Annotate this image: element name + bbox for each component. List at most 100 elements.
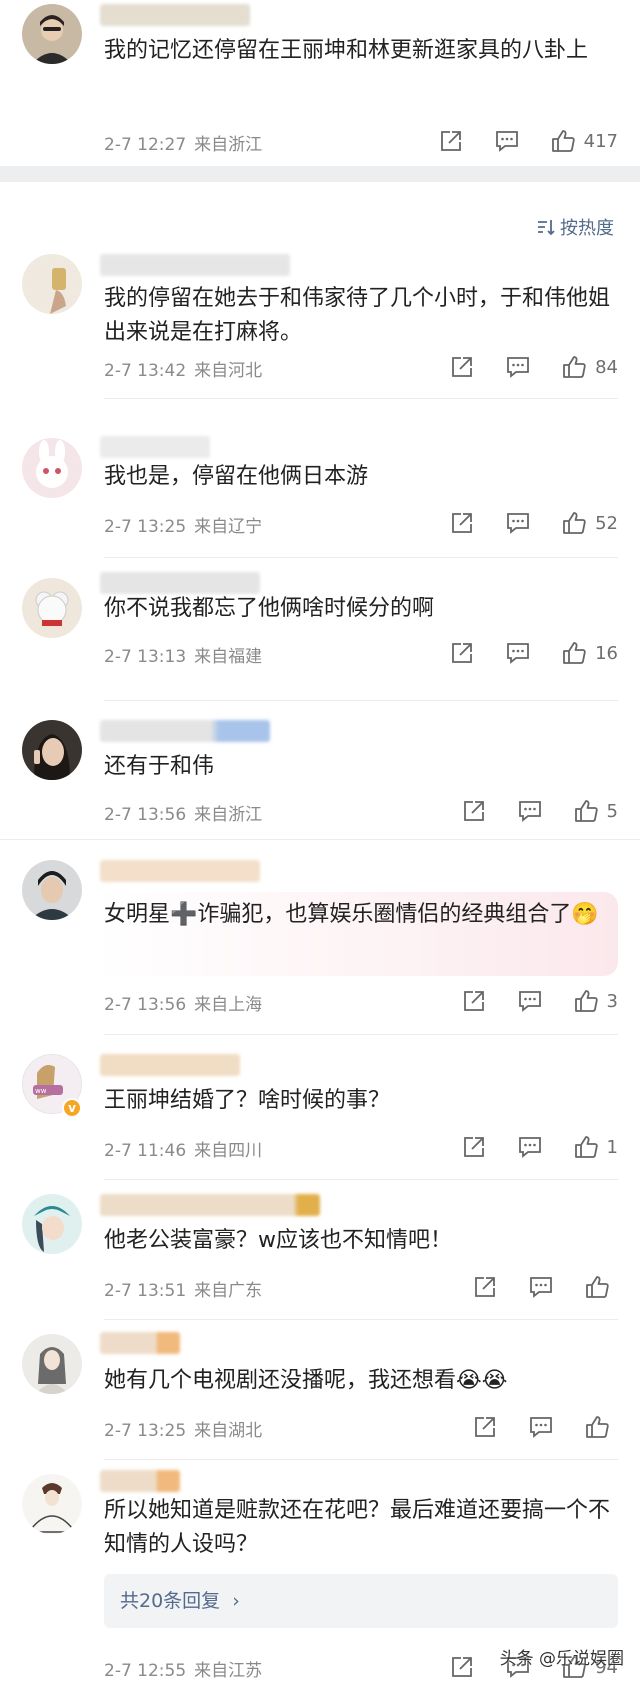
share-icon — [475, 1277, 495, 1297]
comment-location: 来自河北 — [194, 361, 263, 381]
divider — [104, 1319, 618, 1320]
comment-text: 所以她知道是赃款还在花吧？最后难道还要搞一个不知情的人设吗？ — [104, 1498, 611, 1557]
svg-text:ww: ww — [35, 1087, 47, 1095]
username-redacted[interactable] — [100, 860, 260, 882]
comment-location: 来自浙江 — [194, 135, 263, 155]
comment-text: 王丽坤结婚了？啥时候的事？ — [104, 1088, 391, 1113]
share-button[interactable] — [472, 1274, 498, 1300]
comment-location: 来自浙江 — [194, 805, 263, 825]
comment-time: 2-7 13:25 — [104, 1421, 187, 1441]
share-icon — [452, 357, 472, 377]
like-button[interactable]: 84 — [561, 354, 618, 380]
comment-text: 我也是，停留在他俩日本游 — [104, 464, 369, 489]
share-icon — [452, 643, 472, 663]
share-button[interactable] — [461, 988, 487, 1014]
comment-time: 2-7 13:13 — [104, 647, 187, 667]
avatar[interactable] — [22, 1334, 82, 1394]
comment-meta: 2-7 13:51 来自广东 — [104, 1276, 262, 1301]
comment-icon — [507, 643, 529, 664]
avatar[interactable] — [22, 1474, 82, 1534]
share-icon — [452, 513, 472, 533]
share-button[interactable] — [449, 640, 475, 666]
comment-actions: 1 — [431, 1132, 618, 1162]
like-count: 84 — [595, 356, 618, 378]
avatar[interactable] — [22, 254, 82, 314]
thumbs-up-icon — [574, 800, 598, 822]
avatar[interactable] — [22, 4, 82, 64]
share-button[interactable] — [461, 1134, 487, 1160]
comment-time: 2-7 13:42 — [104, 361, 187, 381]
watermark: 头条 @乐说娱圈 — [499, 1649, 624, 1669]
username-redacted[interactable] — [100, 436, 210, 458]
like-button[interactable]: 52 — [561, 510, 618, 536]
verified-badge-icon: v — [62, 1098, 82, 1118]
thumbs-up-icon — [563, 512, 586, 534]
reply-button[interactable] — [505, 354, 531, 380]
comment-icon — [518, 801, 541, 822]
divider — [104, 398, 618, 399]
username-redacted[interactable] — [100, 720, 270, 742]
view-replies-button[interactable]: 共20条回复 › — [104, 1574, 618, 1628]
like-button[interactable]: 1 — [573, 1134, 618, 1160]
avatar[interactable] — [22, 860, 82, 920]
comment-time: 2-7 13:56 — [104, 995, 187, 1015]
reply-button[interactable] — [517, 988, 543, 1014]
like-count: 5 — [606, 800, 618, 822]
like-count: 417 — [583, 130, 618, 152]
comment-time: 2-7 12:55 — [104, 1661, 187, 1681]
avatar[interactable] — [22, 720, 82, 780]
thumbs-up-icon — [586, 1416, 609, 1438]
share-button[interactable] — [438, 128, 464, 154]
comment-meta: 2-7 11:46 来自四川 — [104, 1136, 262, 1161]
username-redacted[interactable] — [100, 1194, 320, 1216]
comment-text: 还有于和伟 — [104, 754, 215, 779]
username-redacted[interactable] — [100, 572, 260, 594]
share-button[interactable] — [449, 1654, 475, 1680]
reply-button[interactable] — [505, 510, 531, 536]
avatar[interactable] — [22, 1194, 82, 1254]
sort-by-hot-button[interactable]: 按热度 — [536, 214, 614, 240]
username-redacted[interactable] — [100, 4, 250, 26]
like-button[interactable]: 16 — [561, 640, 618, 666]
like-button[interactable]: 417 — [550, 128, 618, 154]
divider — [104, 700, 618, 701]
username-redacted[interactable] — [100, 1332, 180, 1354]
sort-label: 按热度 — [560, 218, 614, 239]
like-button[interactable] — [584, 1414, 618, 1440]
comment-icon — [530, 1417, 552, 1438]
avatar[interactable] — [22, 578, 82, 638]
comment-location: 来自上海 — [194, 995, 263, 1015]
reply-button[interactable] — [517, 1134, 543, 1160]
comment-location: 来自四川 — [194, 1141, 263, 1161]
reply-button[interactable] — [517, 798, 543, 824]
share-button[interactable] — [449, 510, 475, 536]
like-count: 1 — [606, 1136, 618, 1158]
comment-meta: 2-7 12:55 来自江苏 — [104, 1656, 262, 1681]
share-button[interactable] — [461, 798, 487, 824]
comment-actions: 5 — [431, 796, 618, 826]
reply-button[interactable] — [528, 1414, 554, 1440]
comment-location: 来自辽宁 — [194, 517, 263, 537]
reply-button[interactable] — [505, 640, 531, 666]
comment-location: 来自湖北 — [194, 1421, 263, 1441]
comment-time: 2-7 13:51 — [104, 1281, 187, 1301]
comment-meta: 2-7 13:25 来自湖北 — [104, 1416, 262, 1441]
like-button[interactable]: 3 — [573, 988, 618, 1014]
comment-location: 来自福建 — [194, 647, 263, 667]
comment-actions — [442, 1412, 618, 1442]
username-redacted[interactable] — [100, 254, 290, 276]
reply-button[interactable] — [528, 1274, 554, 1300]
share-button[interactable] — [472, 1414, 498, 1440]
reply-button[interactable] — [494, 128, 520, 154]
share-button[interactable] — [449, 354, 475, 380]
share-icon — [452, 1657, 472, 1677]
avatar[interactable] — [22, 438, 82, 498]
username-redacted[interactable] — [100, 1054, 240, 1076]
share-icon — [440, 131, 461, 151]
like-button[interactable]: 5 — [573, 798, 618, 824]
thumbs-up-icon — [563, 642, 586, 664]
like-button[interactable] — [584, 1274, 618, 1300]
username-redacted[interactable] — [100, 1470, 180, 1492]
comment-actions — [442, 1272, 618, 1302]
thumbs-up-icon — [586, 1276, 609, 1298]
